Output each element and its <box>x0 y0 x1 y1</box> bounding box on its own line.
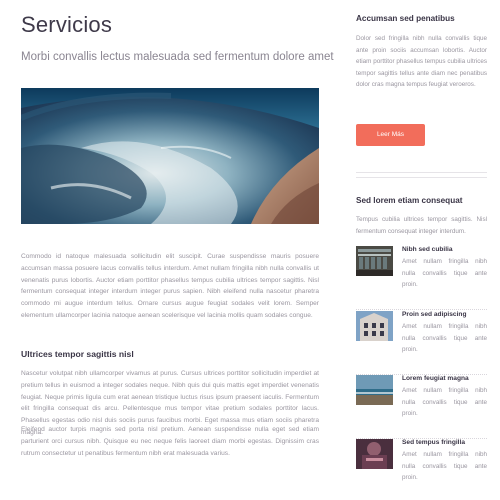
sidebar-post[interactable]: Sed tempus fringilla Amet nullam fringil… <box>356 439 487 495</box>
sidebar-heading: Accumsan sed penatibus <box>356 14 455 23</box>
post-excerpt: Amet nullam fringilla nibh nulla convall… <box>402 451 487 481</box>
divider <box>356 309 487 310</box>
post-thumbnail[interactable] <box>356 311 393 341</box>
post-title[interactable]: Sed tempus fringilla <box>402 439 465 446</box>
section-subheading: Ultrices tempor sagittis nisl <box>21 349 134 359</box>
hero-image <box>21 88 319 224</box>
read-more-button[interactable]: Leer Más <box>356 124 425 146</box>
post-excerpt: Amet nullam fringilla nibh nulla convall… <box>402 258 487 288</box>
post-title[interactable]: Nibh sed cubilia <box>402 246 453 253</box>
post-thumbnail[interactable] <box>356 439 393 469</box>
sidebar-post[interactable]: Lorem feugiat magna Amet nullam fringill… <box>356 375 487 439</box>
body-paragraph: Eleifend auctor turpis magnis sed porta … <box>21 426 319 457</box>
sidebar-text: Tempus cubilia ultrices tempor sagittis.… <box>356 216 487 235</box>
sidebar-post[interactable]: Nibh sed cubilia Amet nullam fringilla n… <box>356 246 487 310</box>
divider <box>356 172 487 173</box>
post-title[interactable]: Lorem feugiat magna <box>402 375 469 382</box>
post-thumbnail[interactable] <box>356 246 393 276</box>
sidebar-post[interactable]: Proin sed adipiscing Amet nullam fringil… <box>356 311 487 375</box>
page-subtitle: Morbi convallis lectus malesuada sed fer… <box>21 51 334 63</box>
sidebar-text: Dolor sed fringilla nibh nulla convallis… <box>356 35 487 88</box>
post-excerpt: Amet nullam fringilla nibh nulla convall… <box>402 387 487 417</box>
body-paragraph: Commodo id natoque malesuada sollicitudi… <box>21 253 319 319</box>
post-title[interactable]: Proin sed adipiscing <box>402 311 467 318</box>
divider <box>356 177 487 178</box>
post-thumbnail[interactable] <box>356 375 393 405</box>
post-excerpt: Amet nullam fringilla nibh nulla convall… <box>402 323 487 353</box>
page-title: Servicios <box>21 12 113 37</box>
sidebar-heading: Sed lorem etiam consequat <box>356 196 463 205</box>
